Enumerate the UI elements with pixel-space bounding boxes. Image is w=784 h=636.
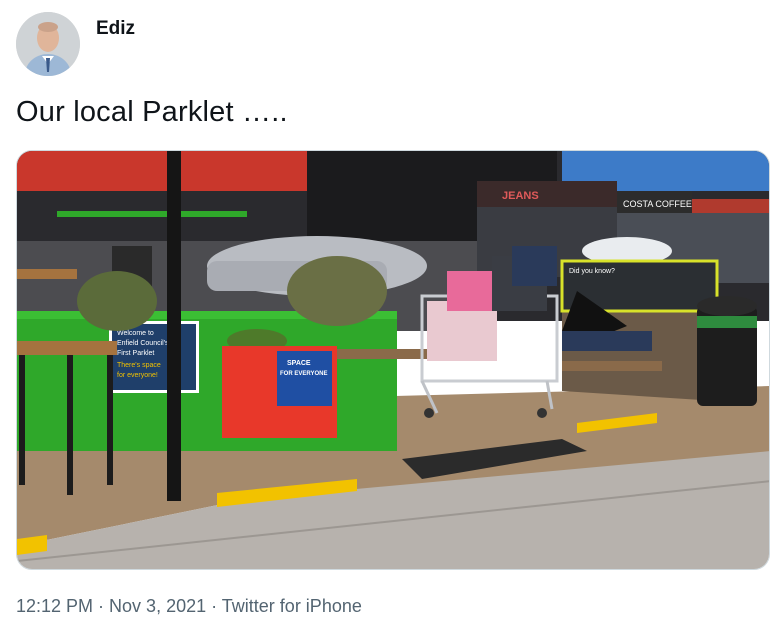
tweet-photo[interactable]: JEANS COSTA COFFEE Welcome to Enfield Co… — [16, 150, 770, 570]
parklet-photo: JEANS COSTA COFFEE Welcome to Enfield Co… — [17, 151, 769, 569]
welcome-line-2: Enfield Council's — [117, 340, 169, 347]
welcome-line-3: First Parklet — [117, 350, 154, 357]
tweet: Ediz Our local Parklet ….. JEANS COSTA C… — [0, 0, 784, 636]
shop-sign-2: COSTA COFFEE — [623, 199, 692, 209]
tweet-source[interactable]: Twitter for iPhone — [222, 596, 362, 616]
meta-separator-2: · — [206, 596, 222, 616]
meta-separator: · — [93, 596, 110, 616]
welcome-line-5: for everyone! — [117, 372, 158, 379]
shop-sign-1: JEANS — [502, 190, 539, 202]
profile-photo-icon — [16, 12, 80, 76]
planter-sign-line-2: FOR EVERYONE — [280, 371, 327, 377]
avatar[interactable] — [16, 12, 80, 76]
tweet-time[interactable]: 12:12 PM — [16, 596, 93, 616]
tweet-date[interactable]: Nov 3, 2021 — [109, 596, 206, 616]
info-board-title: Did you know? — [569, 268, 615, 275]
welcome-line-4: There's space — [117, 362, 161, 369]
planter-sign-line-1: SPACE — [287, 360, 311, 367]
author-name[interactable]: Ediz — [96, 18, 135, 40]
tweet-text: Our local Parklet ….. — [16, 96, 288, 128]
welcome-line-1: Welcome to — [117, 330, 154, 337]
tweet-metadata: 12:12 PM · Nov 3, 2021 · Twitter for iPh… — [16, 596, 362, 617]
